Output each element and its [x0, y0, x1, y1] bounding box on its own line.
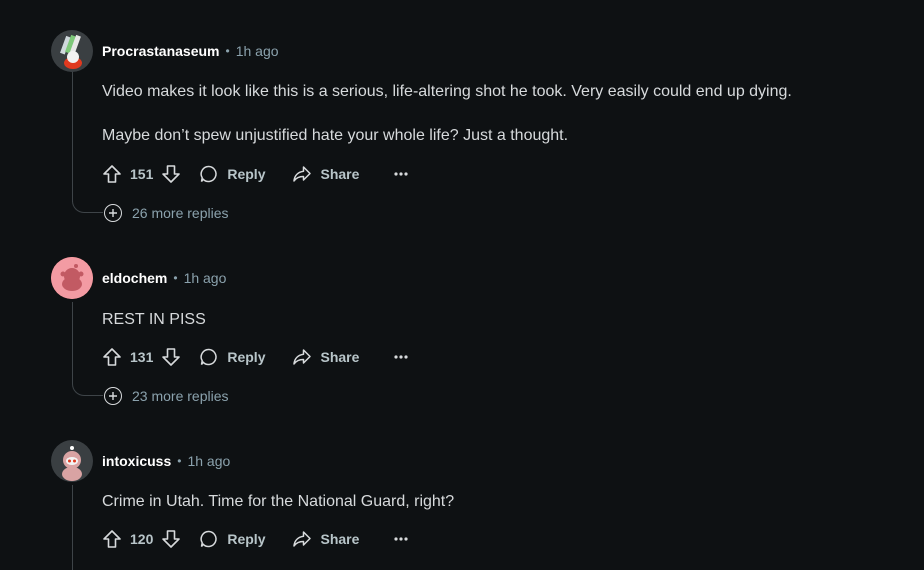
ellipsis-icon: [394, 172, 409, 176]
avatar[interactable]: [51, 30, 93, 72]
upvote-button[interactable]: [102, 164, 122, 184]
avatar[interactable]: [51, 257, 93, 299]
more-replies-label: 23 more replies: [132, 388, 229, 404]
share-label: Share: [320, 349, 360, 365]
upvote-icon: [103, 348, 121, 366]
share-icon: [293, 531, 312, 547]
reply-label: Reply: [227, 531, 266, 547]
more-options-button[interactable]: [393, 171, 409, 177]
reply-label: Reply: [227, 166, 266, 182]
thread-line: [72, 70, 73, 202]
separator-dot: •: [177, 454, 182, 468]
vote-score: 151: [130, 166, 154, 182]
comment-actions: 151 Reply Share: [102, 160, 409, 188]
upvote-button[interactable]: [102, 347, 122, 367]
avatar[interactable]: [51, 440, 93, 482]
timestamp[interactable]: 1h ago: [236, 43, 279, 59]
thread-elbow: [72, 383, 103, 396]
default-snoo-avatar-icon: [51, 257, 93, 299]
share-icon: [293, 349, 312, 365]
plus-circle-icon: [104, 387, 122, 405]
share-label: Share: [320, 531, 360, 547]
author-name[interactable]: Procrastanaseum: [102, 43, 220, 59]
reply-button[interactable]: Reply: [199, 347, 265, 367]
comment-text: REST IN PISS: [102, 311, 206, 328]
separator-dot: •: [225, 44, 230, 58]
more-replies-link[interactable]: 26 more replies: [104, 203, 229, 223]
more-options-button[interactable]: [393, 536, 409, 542]
comment-meta: eldochem • 1h ago: [102, 268, 226, 288]
downvote-icon: [162, 530, 181, 548]
upvote-icon: [103, 165, 121, 183]
downvote-icon: [162, 348, 181, 366]
reply-label: Reply: [227, 349, 266, 365]
downvote-icon: [162, 165, 181, 183]
share-button[interactable]: Share: [292, 164, 359, 184]
vote-score: 120: [130, 531, 154, 547]
plus-circle-icon: [104, 204, 122, 222]
share-label: Share: [320, 166, 360, 182]
comment-bubble-icon: [200, 530, 218, 548]
reply-button[interactable]: Reply: [199, 164, 265, 184]
share-button[interactable]: Share: [292, 529, 359, 549]
comment-bubble-icon: [200, 348, 218, 366]
timestamp[interactable]: 1h ago: [184, 270, 227, 286]
thread-line: [72, 485, 73, 570]
thread-elbow: [72, 200, 103, 213]
downvote-button[interactable]: [161, 529, 181, 549]
downvote-button[interactable]: [161, 347, 181, 367]
comment-text: Crime in Utah. Time for the National Gua…: [102, 493, 455, 510]
upvote-icon: [103, 530, 121, 548]
author-name[interactable]: intoxicuss: [102, 453, 171, 469]
vote-score: 131: [130, 349, 154, 365]
comment-text: Maybe don’t spew unjustified hate your w…: [102, 127, 569, 144]
more-replies-label: 26 more replies: [132, 205, 229, 221]
comment-text: Video makes it look like this is a serio…: [102, 83, 792, 100]
share-button[interactable]: Share: [292, 347, 359, 367]
comment-actions: 120 Reply Share: [102, 525, 409, 553]
comment-meta: Procrastanaseum • 1h ago: [102, 41, 279, 61]
comment-actions: 131 Reply Share: [102, 343, 409, 371]
separator-dot: •: [173, 271, 178, 285]
ellipsis-icon: [394, 355, 409, 359]
share-icon: [293, 166, 312, 182]
ellipsis-icon: [394, 537, 409, 541]
author-name[interactable]: eldochem: [102, 270, 167, 286]
reply-button[interactable]: Reply: [199, 529, 265, 549]
more-replies-link[interactable]: 23 more replies: [104, 386, 229, 406]
upvote-button[interactable]: [102, 529, 122, 549]
thread-line: [72, 302, 73, 384]
timestamp[interactable]: 1h ago: [187, 453, 230, 469]
snoo-avatar-icon: [51, 30, 93, 72]
more-options-button[interactable]: [393, 354, 409, 360]
comment-meta: intoxicuss • 1h ago: [102, 451, 230, 471]
snoo-avatar-icon: [51, 440, 93, 482]
comment-bubble-icon: [200, 165, 218, 183]
downvote-button[interactable]: [161, 164, 181, 184]
